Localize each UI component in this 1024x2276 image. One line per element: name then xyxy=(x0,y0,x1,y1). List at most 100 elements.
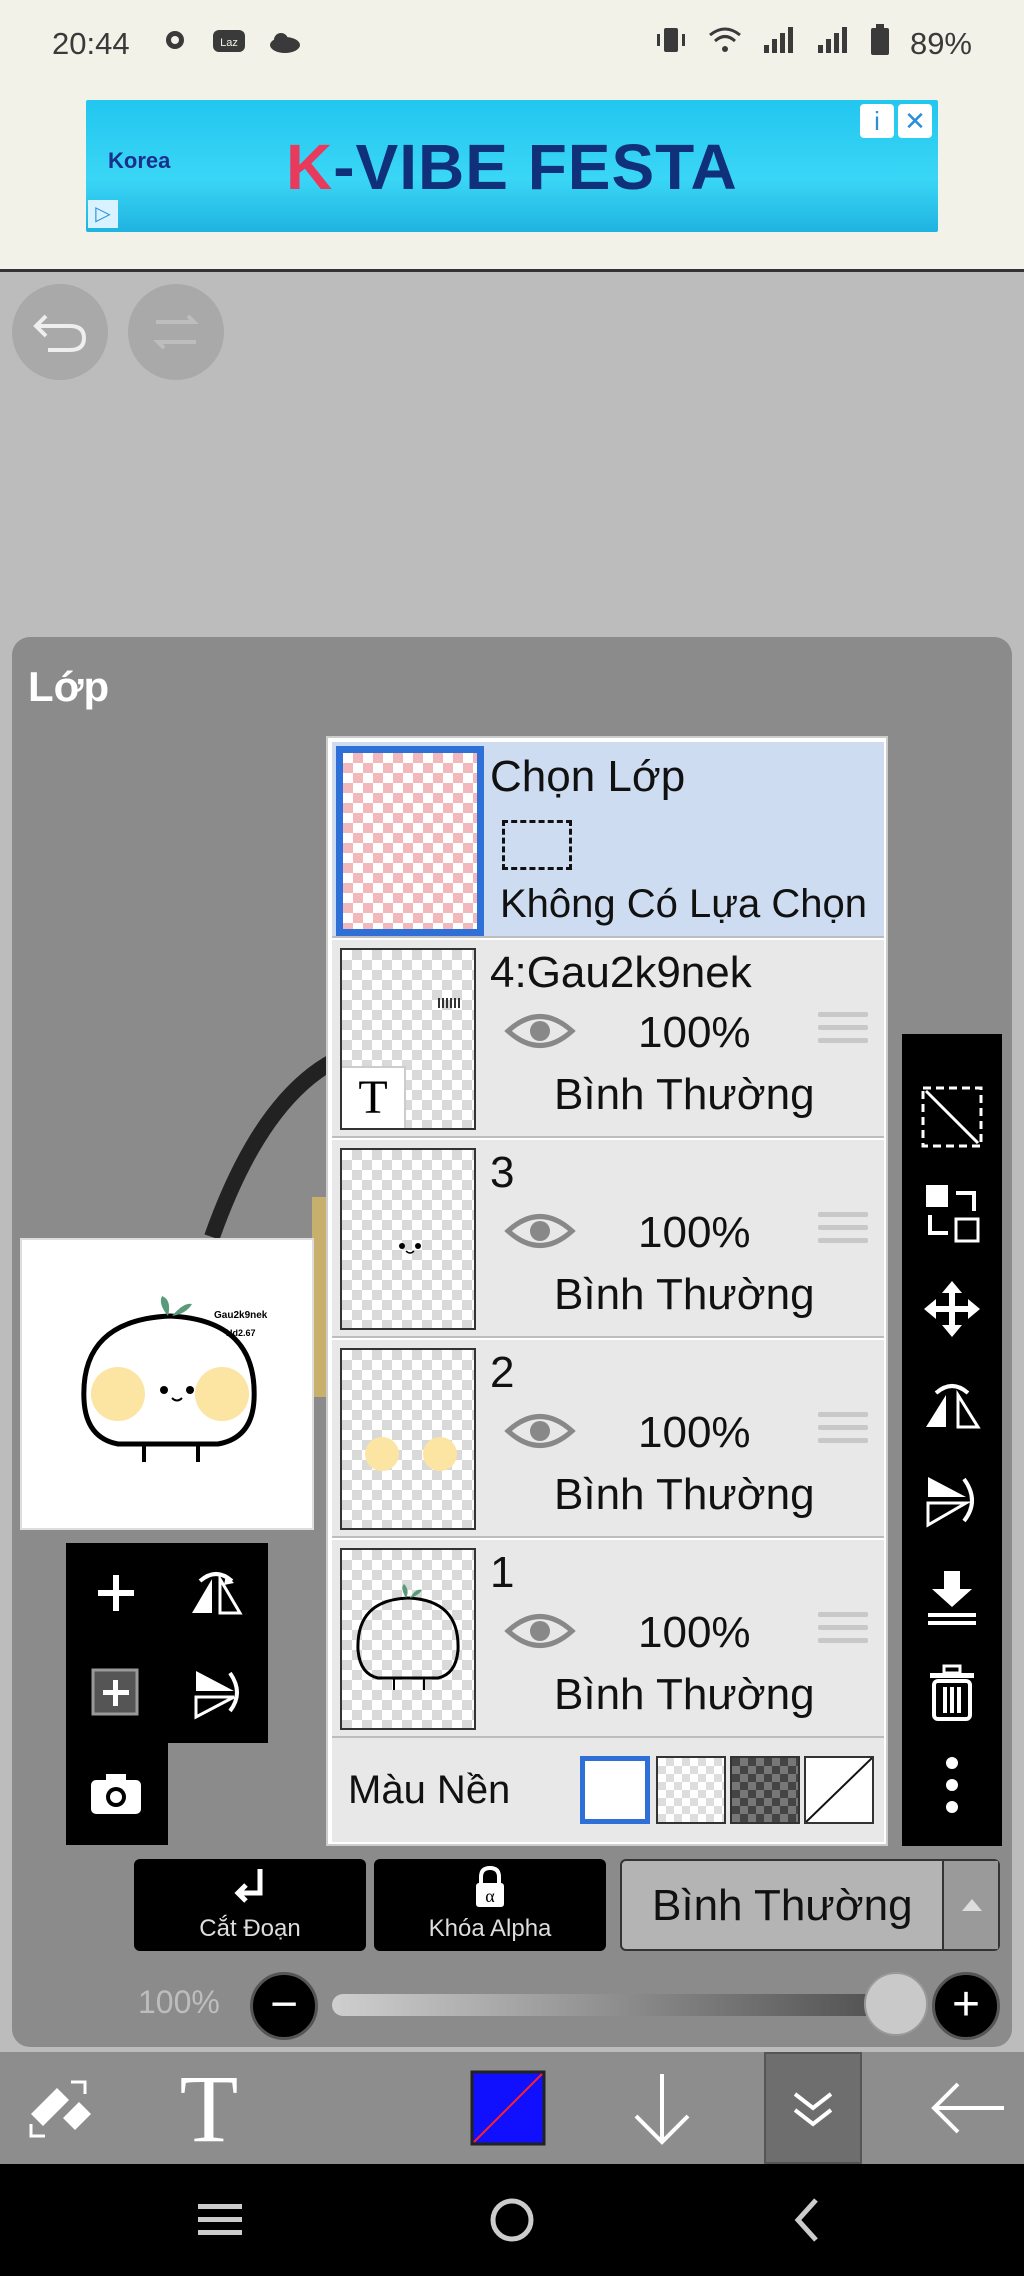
bg-white-option[interactable] xyxy=(580,1756,650,1824)
text-tool-button[interactable]: T xyxy=(164,2052,254,2164)
ad-controls: i ✕ xyxy=(860,104,932,138)
clipping-label: Cắt Đoạn xyxy=(199,1915,301,1942)
undo-button[interactable] xyxy=(12,284,108,380)
color-swatch-icon xyxy=(470,2070,546,2146)
status-right: 89% xyxy=(654,24,972,64)
duplicate-layer-button[interactable] xyxy=(66,1643,166,1743)
text-layer-icon: T xyxy=(342,1066,406,1128)
selection-layer-row[interactable]: Chọn Lớp Không Có Lựa Chọn xyxy=(332,742,884,938)
redo-icon xyxy=(153,314,199,350)
arrow-left-icon xyxy=(931,2082,1004,2134)
panel-title: Lớp xyxy=(28,663,110,710)
drag-handle-icon[interactable] xyxy=(818,1212,868,1252)
layer-row[interactable]: 1 100% Bình Thường xyxy=(332,1540,884,1738)
background-label: Màu Nền xyxy=(348,1768,511,1812)
flip-vertical-button[interactable] xyxy=(166,1643,266,1743)
opacity-slider[interactable] xyxy=(332,1994,912,2016)
layer-opacity: 100% xyxy=(638,1408,751,1457)
merge-down-button[interactable] xyxy=(902,1552,1002,1642)
settings-icon xyxy=(160,25,190,63)
layer-thumb xyxy=(340,1148,476,1330)
ad-banner[interactable]: Korea K-VIBE FESTA i ✕ ▷ xyxy=(86,100,938,232)
preview-text-1: Gau2k9nek xyxy=(214,1310,268,1321)
ad-title-k: K xyxy=(286,131,334,203)
visibility-eye-icon[interactable] xyxy=(504,1408,576,1454)
bottom-toolbar: T xyxy=(0,2052,1024,2164)
svg-text:α: α xyxy=(485,1886,495,1906)
drag-handle-icon[interactable] xyxy=(818,1412,868,1452)
flip-layer-button[interactable] xyxy=(166,1543,266,1643)
lazada-icon: Laz xyxy=(212,26,246,62)
blend-mode-select[interactable]: Bình Thường xyxy=(620,1859,1000,1951)
layer-row[interactable]: T 4:Gau2k9nek 100% Bình Thường xyxy=(332,940,884,1138)
background-row: Màu Nền xyxy=(332,1738,884,1842)
move-layer-down-button[interactable] xyxy=(622,2052,702,2164)
back-button[interactable] xyxy=(920,2052,1016,2164)
canvas-preview[interactable]: Gau2k9nek Hd2.67 xyxy=(20,1238,314,1530)
more-vertical-icon xyxy=(946,1757,958,1813)
ad-title-rest: -VIBE FESTA xyxy=(333,131,738,203)
android-nav-bar xyxy=(0,2164,1024,2276)
layer-name: 4:Gau2k9nek xyxy=(490,948,752,997)
visibility-eye-icon[interactable] xyxy=(504,1608,576,1654)
move-button[interactable] xyxy=(902,1264,1002,1354)
layer-row[interactable]: 2 100% Bình Thường xyxy=(332,1340,884,1538)
transform-tool-button[interactable] xyxy=(14,2052,104,2164)
ad-close-icon[interactable]: ✕ xyxy=(898,104,932,138)
selection-layer-subtitle: Không Có Lựa Chọn xyxy=(500,882,868,926)
bg-dark-checker-option[interactable] xyxy=(730,1756,800,1824)
alpha-lock-button[interactable]: α Khóa Alpha xyxy=(374,1859,606,1951)
opacity-decrease-button[interactable]: − xyxy=(250,1972,318,2040)
status-bar: 20:44 Laz 89% xyxy=(0,0,1024,88)
thumb-text-mark xyxy=(438,998,462,1008)
signal-icon-2 xyxy=(816,25,850,63)
visibility-eye-icon[interactable] xyxy=(504,1208,576,1254)
visibility-eye-icon[interactable] xyxy=(504,1008,576,1054)
opacity-increase-button[interactable]: + xyxy=(932,1972,1000,2040)
delete-layer-button[interactable] xyxy=(902,1648,1002,1738)
layer-thumb: T xyxy=(340,948,476,1130)
svg-text:Laz: Laz xyxy=(220,37,238,49)
selection-layer-title: Chọn Lớp xyxy=(490,752,686,801)
layer-row[interactable]: 3 100% Bình Thường xyxy=(332,1140,884,1338)
more-options-button[interactable] xyxy=(902,1740,1002,1830)
selection-diagonal-icon xyxy=(921,1086,983,1148)
color-swatch-button[interactable] xyxy=(468,2052,548,2164)
eraser-transform-icon xyxy=(29,2080,91,2138)
preview-drawing xyxy=(81,1296,257,1462)
drag-handle-icon[interactable] xyxy=(818,1612,868,1652)
nav-back-button[interactable] xyxy=(768,2192,848,2248)
add-layer-button[interactable] xyxy=(66,1543,166,1643)
clipping-button[interactable]: Cắt Đoạn xyxy=(134,1859,366,1951)
clipping-arrow-icon xyxy=(234,1869,263,1903)
flip-vertical-button[interactable] xyxy=(902,1456,1002,1546)
signal-icon xyxy=(762,25,796,63)
drag-handle-icon[interactable] xyxy=(818,1012,868,1052)
recents-button[interactable] xyxy=(180,2192,260,2248)
left-tools xyxy=(66,1543,268,1743)
camera-button[interactable] xyxy=(66,1743,166,1843)
layer-blend-mode: Bình Thường xyxy=(554,1470,815,1519)
thumb-outline xyxy=(356,1584,460,1690)
plus-icon xyxy=(98,1575,134,1611)
home-button[interactable] xyxy=(472,2192,552,2248)
redo-button[interactable] xyxy=(128,284,224,380)
flip-horizontal-button[interactable] xyxy=(902,1360,1002,1450)
blend-mode-arrow[interactable] xyxy=(942,1861,998,1949)
opacity-slider-knob[interactable] xyxy=(864,1972,928,2036)
bg-checker-option[interactable] xyxy=(656,1756,726,1824)
lock-icon: α xyxy=(476,1865,504,1907)
flip-horizontal-icon xyxy=(926,1384,981,1429)
home-circle-icon xyxy=(490,2198,534,2242)
ad-choices-icon[interactable]: ▷ xyxy=(88,200,118,228)
ad-info-icon[interactable]: i xyxy=(860,104,894,138)
move-arrows-icon xyxy=(924,1281,980,1337)
layer-thumb xyxy=(340,1348,476,1530)
layers-toggle-button[interactable] xyxy=(764,2052,862,2164)
bg-none-option[interactable] xyxy=(804,1756,874,1824)
select-transform-button[interactable] xyxy=(902,1072,1002,1162)
left-tools-camera xyxy=(66,1743,168,1845)
blend-mode-value: Bình Thường xyxy=(652,1881,913,1930)
swap-layer-button[interactable] xyxy=(902,1168,1002,1258)
alpha-lock-label: Khóa Alpha xyxy=(428,1915,552,1942)
